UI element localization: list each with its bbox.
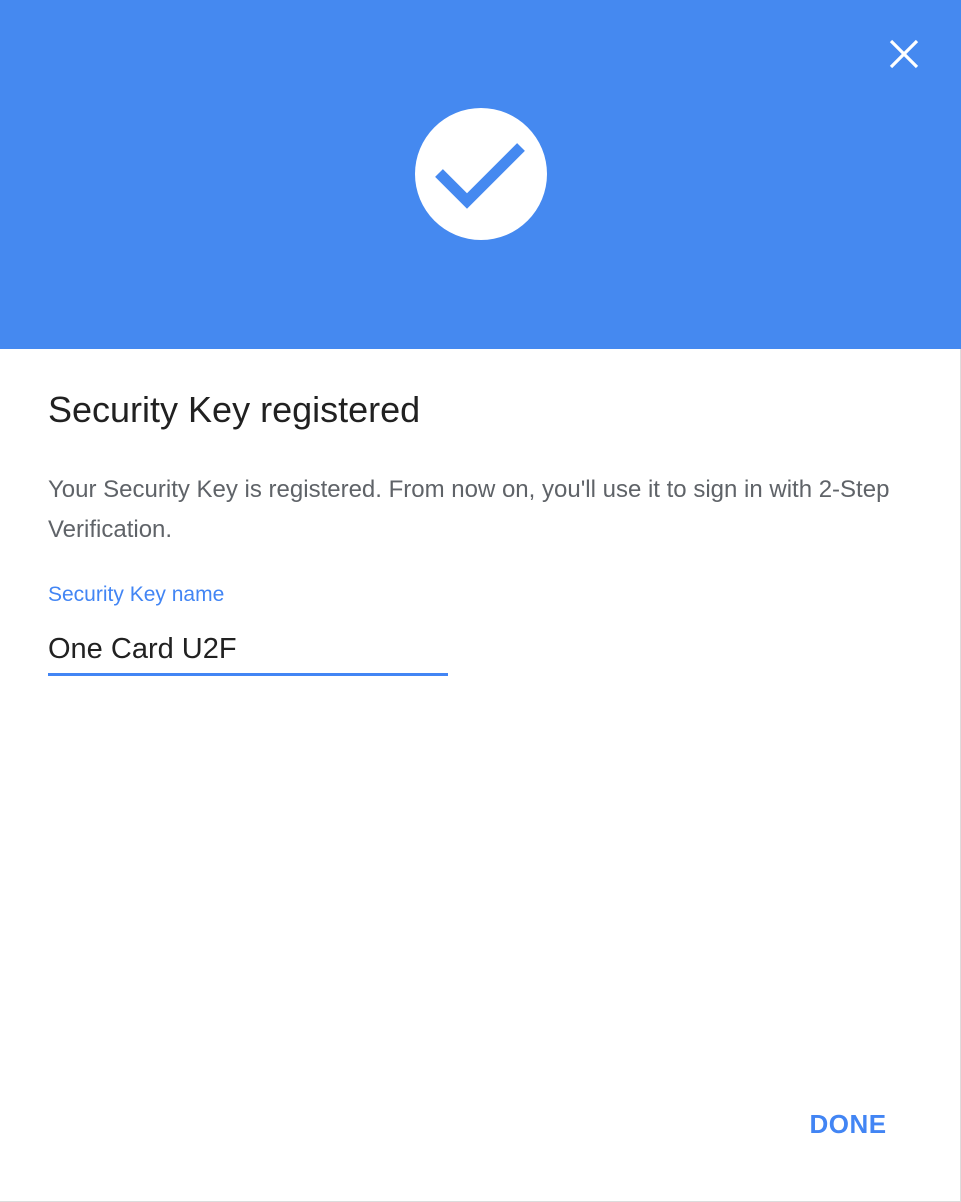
success-badge	[415, 108, 547, 240]
input-underline	[48, 673, 448, 676]
security-key-name-label: Security Key name	[48, 583, 225, 606]
dialog-title: Security Key registered	[48, 389, 421, 430]
dialog-header-banner	[0, 0, 961, 349]
check-icon	[435, 143, 525, 209]
close-button[interactable]	[880, 30, 928, 78]
security-key-name-input[interactable]	[48, 626, 448, 672]
done-button[interactable]: DONE	[796, 1100, 900, 1148]
dialog-description: Your Security Key is registered. From no…	[48, 476, 890, 543]
close-icon	[889, 39, 919, 69]
security-key-dialog: Security Key registered Your Security Ke…	[0, 0, 961, 1202]
